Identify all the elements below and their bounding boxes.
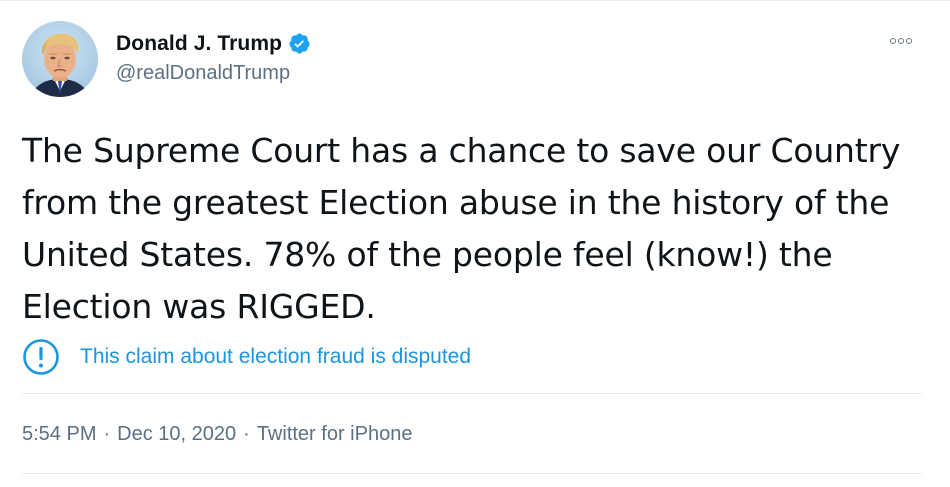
tweet-card: Donald J. Trump @realDonaldTrump The Sup… xyxy=(0,0,950,487)
divider xyxy=(22,393,922,394)
meta-separator: · xyxy=(103,423,111,445)
avatar[interactable] xyxy=(22,21,98,97)
disputed-claim-label[interactable]: This claim about election fraud is dispu… xyxy=(22,338,471,376)
more-dots-icon[interactable] xyxy=(890,38,912,44)
dot xyxy=(906,38,912,44)
tweet-source[interactable]: Twitter for iPhone xyxy=(257,423,413,446)
tweet-meta: 5:54 PM · Dec 10, 2020 · Twitter for iPh… xyxy=(22,423,412,446)
verified-badge-icon xyxy=(288,32,311,55)
top-border xyxy=(0,0,950,1)
tweet-date[interactable]: Dec 10, 2020 xyxy=(117,423,236,446)
tweet-time[interactable]: 5:54 PM xyxy=(22,423,96,446)
author-handle[interactable]: @realDonaldTrump xyxy=(116,62,311,85)
meta-separator: · xyxy=(243,423,250,445)
divider xyxy=(22,473,922,474)
tweet-text: The Supreme Court has a chance to save o… xyxy=(22,131,901,326)
dot xyxy=(890,38,896,44)
author-display-name[interactable]: Donald J. Trump xyxy=(116,32,282,56)
author-names: Donald J. Trump @realDonaldTrump xyxy=(116,32,311,85)
dot xyxy=(898,38,904,44)
tweet-header: Donald J. Trump @realDonaldTrump xyxy=(22,21,311,97)
name-row: Donald J. Trump xyxy=(116,32,311,56)
disputed-claim-text[interactable]: This claim about election fraud is dispu… xyxy=(80,345,471,369)
avatar-image xyxy=(22,21,98,97)
exclamation-circle-icon xyxy=(23,339,59,375)
